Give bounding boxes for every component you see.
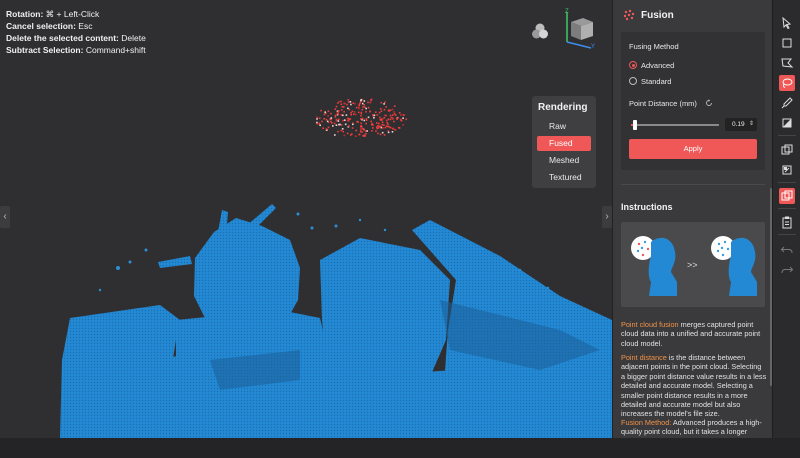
next-arrow-icon[interactable]: › [602,206,612,228]
reset-icon[interactable] [705,99,713,107]
radio-standard[interactable] [629,77,637,85]
status-bar [0,438,800,458]
select-arrow-icon[interactable] [779,15,795,31]
right-toolbar [772,0,800,438]
hint-delete: Delete the selected content: Delete [6,32,146,44]
point-distance-value: 0.19 [732,121,745,128]
instruction-paragraph: Point cloud fusion merges captured point… [621,320,767,348]
gradient-select-icon[interactable] [779,115,795,131]
lasso-select-icon[interactable] [779,75,795,91]
hint-subtract: Subtract Selection: Command+shift [6,44,146,56]
apply-button[interactable]: Apply [629,139,757,159]
render-option-textured[interactable]: Textured [537,170,591,185]
toolbar-divider [778,208,796,209]
hint-label: Delete the selected content: [6,33,119,43]
hint-value: ⌘ + Left-Click [45,9,100,19]
hint-cancel: Cancel selection: Esc [6,20,92,32]
panel-title: Fusion [641,9,674,21]
material-balls-icon[interactable] [531,22,549,40]
toolbar-divider [778,135,796,136]
hint-value: Delete [121,33,146,43]
fusing-settings: Fusing Method Advanced Standard Point Di… [621,32,765,170]
toolbar-divider [778,182,796,183]
panel-header: Fusion [613,0,772,30]
3d-viewport[interactable]: Rotation: ⌘ + Left-Click Cancel selectio… [0,0,612,438]
fusion-illustration-icon: >> [631,236,757,296]
instruction-paragraph: Point distance is the distance between a… [621,353,767,419]
instruction-highlight: Point distance [621,353,667,362]
rectangle-select-icon[interactable] [779,35,795,51]
instruction-paragraph: Fusion Method: Advanced produces a high-… [621,418,767,437]
instructions-illustration: >> [621,222,765,307]
prev-arrow-icon[interactable]: ‹ [0,206,10,228]
hint-value: Esc [78,21,93,31]
fusing-method-label: Fusing Method [629,42,679,51]
redo-icon[interactable] [779,261,795,277]
hint-rotation: Rotation: ⌘ + Left-Click [6,8,99,20]
axis-y-label: Y [591,44,595,50]
selected-noise-points [316,98,408,137]
rendering-menu: Rendering Raw Fused Meshed Textured [532,96,596,188]
radio-standard-label[interactable]: Standard [641,77,671,86]
point-distance-input[interactable]: 0.19 ⇕ [725,118,757,131]
slider-handle[interactable] [633,120,638,130]
divider [621,184,765,185]
instructions-title: Instructions [621,202,673,212]
radio-advanced-label[interactable]: Advanced [641,61,674,70]
app-window: Rotation: ⌘ + Left-Click Cancel selectio… [0,0,800,458]
fusion-dots-icon [623,9,635,21]
polygon-select-icon[interactable] [779,55,795,71]
render-option-raw[interactable]: Raw [537,119,591,134]
hint-label: Cancel selection: [6,21,76,31]
radio-advanced[interactable] [629,61,637,69]
instruction-highlight: Fusion Method: [621,418,672,427]
point-cloud-model [60,98,612,438]
undo-icon[interactable] [779,241,795,257]
instruction-text: is the distance between adjacent points … [621,353,767,419]
render-option-fused[interactable]: Fused [537,136,591,151]
stepper-icon[interactable]: ⇕ [749,118,754,131]
view-cube-icon[interactable]: Z Y [561,8,597,50]
render-option-meshed[interactable]: Meshed [537,153,591,168]
hint-label: Subtract Selection: [6,45,84,55]
invert-select-icon[interactable] [779,142,795,158]
brush-select-icon[interactable] [779,95,795,111]
select-all-icon[interactable] [779,162,795,178]
toolbar-divider [778,234,796,235]
point-distance-label: Point Distance (mm) [629,99,697,108]
instruction-highlight: Point cloud fusion [621,320,679,329]
fusion-tool-icon[interactable] [779,188,795,204]
fusion-panel: Fusion Fusing Method Advanced Standard P… [612,0,772,438]
axis-z-label: Z [565,9,569,15]
rendering-title: Rendering [538,102,588,113]
clipboard-icon[interactable] [779,214,795,230]
point-distance-slider[interactable] [631,120,719,130]
hint-label: Rotation: [6,9,44,19]
hint-value: Command+shift [85,45,146,55]
illustration-arrow: >> [687,260,698,270]
